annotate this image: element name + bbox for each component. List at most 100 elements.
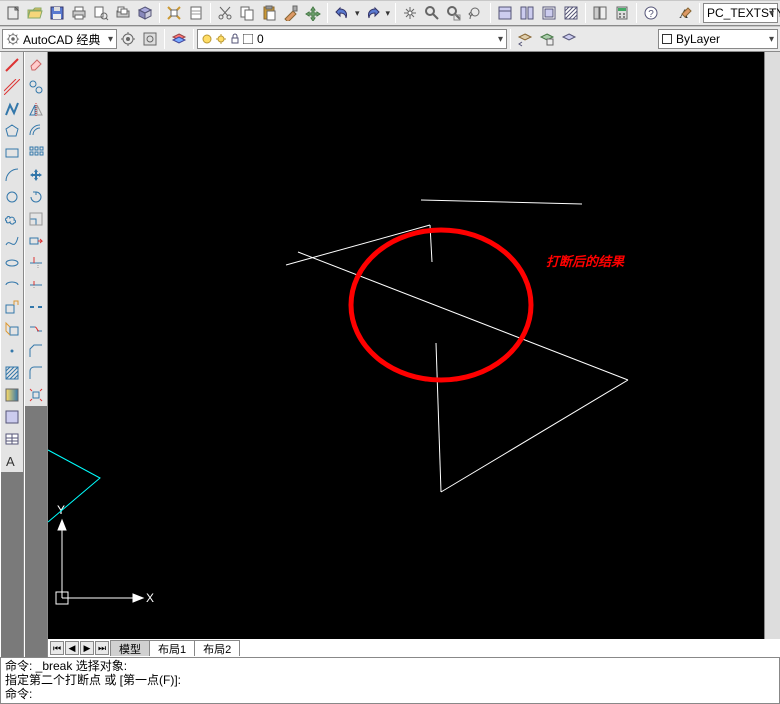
pan-roam-icon[interactable] (302, 2, 324, 24)
line-icon[interactable] (1, 54, 23, 76)
rect-icon[interactable] (1, 142, 23, 164)
3d-print-icon[interactable] (134, 2, 156, 24)
gradient-icon[interactable] (1, 384, 23, 406)
cut-icon[interactable] (214, 2, 236, 24)
tab-last-icon[interactable]: ⏭ (95, 641, 109, 655)
rotate-icon[interactable] (25, 186, 47, 208)
fillet-icon[interactable] (25, 362, 47, 384)
chamfer-icon[interactable] (25, 340, 47, 362)
tile-v-icon[interactable] (494, 2, 516, 24)
arc-icon[interactable] (1, 164, 23, 186)
draw-toolbar: A (0, 52, 24, 657)
color-dropdown[interactable]: ByLayer (658, 29, 778, 49)
point-icon[interactable] (1, 340, 23, 362)
extend-icon[interactable] (25, 274, 47, 296)
publish-icon[interactable] (112, 2, 134, 24)
move-icon[interactable] (25, 164, 47, 186)
help-icon[interactable]: ? (640, 2, 662, 24)
plot-icon[interactable] (68, 2, 90, 24)
tile-h-icon[interactable] (516, 2, 538, 24)
ellipse-icon[interactable] (1, 252, 23, 274)
main-area: A (0, 52, 780, 657)
separator (327, 3, 328, 23)
tab-next-icon[interactable]: ▶ (80, 641, 94, 655)
spline-icon[interactable] (1, 230, 23, 252)
match-icon[interactable] (280, 2, 302, 24)
separator (395, 3, 396, 23)
trim-icon[interactable] (25, 252, 47, 274)
break-icon[interactable] (25, 296, 47, 318)
canvas-svg: X Y (48, 52, 780, 657)
text-style-icon[interactable]: A (674, 2, 696, 24)
color-swatch (662, 34, 672, 44)
layer-prev-icon[interactable] (514, 28, 536, 50)
layer-iso-icon[interactable] (558, 28, 580, 50)
tab-prev-icon[interactable]: ◀ (65, 641, 79, 655)
copy-icon[interactable] (236, 2, 258, 24)
offset-icon[interactable] (25, 120, 47, 142)
text-style-label: PC_TEXTSTY (707, 6, 780, 20)
tab-model[interactable]: 模型 (110, 640, 150, 656)
plot-preview-icon[interactable] (90, 2, 112, 24)
workspace-gear-icon[interactable] (139, 28, 161, 50)
drawing-canvas[interactable]: X Y 打断后的结果 ⏮ ◀ ▶ ⏭ 模型 布局1 (48, 52, 780, 657)
tab-layout1-label: 布局1 (158, 641, 186, 657)
tool-palettes-icon[interactable] (589, 2, 611, 24)
tab-layout1[interactable]: 布局1 (149, 640, 195, 656)
stretch-icon[interactable] (25, 230, 47, 252)
layer-dropdown[interactable]: 0 (197, 29, 507, 49)
redo-icon[interactable] (362, 2, 384, 24)
paste-icon[interactable] (258, 2, 280, 24)
block-icon[interactable] (1, 318, 23, 340)
copy2-icon[interactable] (25, 76, 47, 98)
save-icon[interactable] (46, 2, 68, 24)
polygon-icon[interactable] (1, 120, 23, 142)
layer-props-icon[interactable] (168, 28, 190, 50)
region-icon[interactable] (1, 406, 23, 428)
tab-first-icon[interactable]: ⏮ (50, 641, 64, 655)
sheet-icon[interactable] (185, 2, 207, 24)
workspace-settings-icon[interactable] (117, 28, 139, 50)
mirror-icon[interactable] (25, 98, 47, 120)
hatch-icon[interactable] (1, 362, 23, 384)
join-icon[interactable] (25, 318, 47, 340)
scale-icon[interactable] (25, 208, 47, 230)
zoom-window-icon[interactable] (443, 2, 465, 24)
ellipse-arc-icon[interactable] (1, 274, 23, 296)
new-icon[interactable] (2, 2, 24, 24)
undo-icon[interactable] (331, 2, 353, 24)
mtext-icon[interactable]: A (1, 450, 23, 472)
command-prompt: 命令: (5, 687, 775, 701)
tab-layout2[interactable]: 布局2 (194, 640, 240, 656)
open-icon[interactable] (24, 2, 46, 24)
workspace-label: AutoCAD 经典 (23, 31, 100, 48)
layouts-icon[interactable] (538, 2, 560, 24)
svg-text:A: A (6, 454, 15, 469)
insert-icon[interactable] (1, 296, 23, 318)
properties-icon[interactable] (163, 2, 185, 24)
zoom-realtime-icon[interactable] (421, 2, 443, 24)
pan-icon[interactable] (399, 2, 421, 24)
hatch-manager-icon[interactable] (560, 2, 582, 24)
revcloud-icon[interactable] (1, 208, 23, 230)
workspace-dropdown[interactable]: AutoCAD 经典 (2, 29, 117, 49)
table-icon[interactable] (1, 428, 23, 450)
redo-dropdown[interactable]: ▾ (384, 8, 393, 19)
polyline-icon[interactable] (1, 98, 23, 120)
erase-icon[interactable] (25, 54, 47, 76)
explode-icon[interactable] (25, 384, 47, 406)
modify-toolbar (24, 52, 48, 657)
svg-text:?: ? (648, 9, 654, 20)
undo-dropdown[interactable]: ▾ (353, 8, 362, 19)
calc-icon[interactable] (611, 2, 633, 24)
vertical-scrollbar[interactable] (764, 52, 780, 639)
xline-icon[interactable] (1, 76, 23, 98)
toolbar-filler (1, 472, 23, 657)
layer-state-icon[interactable] (536, 28, 558, 50)
axis-x-label: X (146, 591, 154, 605)
zoom-prev-icon[interactable] (465, 2, 487, 24)
array-icon[interactable] (25, 142, 47, 164)
command-window[interactable]: 命令: _break 选择对象: 指定第二个打断点 或 [第一点(F)]: 命令… (0, 657, 780, 704)
text-style-dropdown[interactable]: PC_TEXTSTY (703, 3, 778, 23)
circle-icon[interactable] (1, 186, 23, 208)
